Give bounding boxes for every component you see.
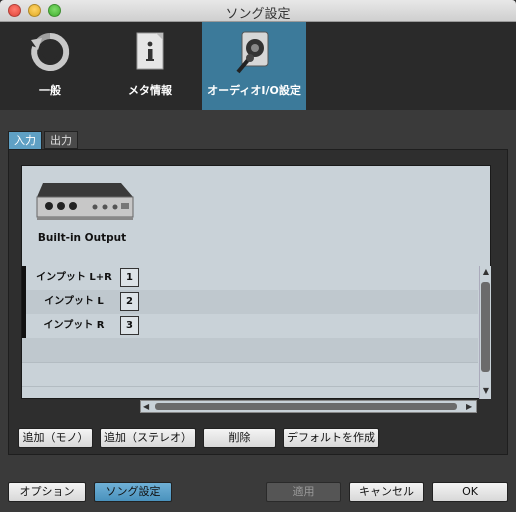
channel-row[interactable]: インプット R 3 <box>22 314 478 338</box>
device-name: Built-in Output <box>37 232 127 244</box>
channel-list: Built-in Output インプット L+R 1 インプット L 2 イン… <box>21 165 491 399</box>
scroll-right-icon[interactable]: ▶ <box>466 401 472 412</box>
make-default-button[interactable]: デフォルトを作成 <box>283 428 379 448</box>
tab-general[interactable]: 一般 <box>0 22 100 110</box>
tab-meta-info-label: メタ情報 <box>128 84 172 97</box>
delete-button[interactable]: 削除 <box>203 428 276 448</box>
add-stereo-button[interactable]: 追加（ステレオ） <box>100 428 196 448</box>
channel-number[interactable]: 3 <box>120 316 139 335</box>
tab-output[interactable]: 出力 <box>44 131 78 149</box>
speaker-mic-icon <box>236 31 269 74</box>
cancel-button[interactable]: キャンセル <box>349 482 424 502</box>
title-bar: ソング設定 <box>0 0 516 22</box>
channel-indicator <box>22 314 26 338</box>
scroll-down-icon[interactable]: ▼ <box>481 386 491 395</box>
tab-audio-io-label: オーディオI/O設定 <box>207 84 301 97</box>
horizontal-scroll-thumb[interactable] <box>155 403 457 410</box>
settings-toolbar: 一般 メタ情報 オーディオI/O設定 <box>0 22 516 110</box>
options-button[interactable]: オプション <box>8 482 86 502</box>
channel-number[interactable]: 1 <box>120 268 139 287</box>
scroll-left-icon[interactable]: ◀ <box>143 401 149 412</box>
refresh-icon <box>31 32 70 71</box>
channel-row[interactable]: インプット L 2 <box>22 290 478 314</box>
vertical-scrollbar[interactable]: ▲ ▼ <box>479 266 491 399</box>
audio-interface-icon <box>36 183 134 220</box>
channel-label: インプット L+R <box>36 272 112 283</box>
channel-label: インプット L <box>44 296 104 307</box>
add-mono-button[interactable]: 追加（モノ） <box>18 428 93 448</box>
tab-audio-io[interactable]: オーディオI/O設定 <box>202 22 306 110</box>
tab-general-label: 一般 <box>39 84 61 97</box>
tab-meta-info[interactable]: メタ情報 <box>100 22 200 110</box>
tab-input[interactable]: 入力 <box>8 131 42 149</box>
horizontal-scrollbar[interactable]: ◀ ▶ <box>140 400 477 413</box>
ok-button[interactable]: OK <box>432 482 508 502</box>
vertical-scroll-thumb[interactable] <box>481 282 490 372</box>
channel-number[interactable]: 2 <box>120 292 139 311</box>
channel-row[interactable]: インプット L+R 1 <box>22 266 478 290</box>
channel-indicator <box>22 266 26 290</box>
apply-button[interactable]: 適用 <box>266 482 341 502</box>
empty-row <box>22 338 478 362</box>
scroll-up-icon[interactable]: ▲ <box>481 267 491 276</box>
row-divider <box>22 386 478 387</box>
song-settings-button[interactable]: ソング設定 <box>94 482 172 502</box>
song-settings-window: ソング設定 一般 メタ情報 オーディオI/O設定 入力 出力 Built-in … <box>0 0 516 512</box>
info-document-icon <box>136 32 164 70</box>
channel-label: インプット R <box>43 320 105 331</box>
row-divider <box>22 362 478 363</box>
channel-indicator <box>22 290 26 314</box>
window-title: ソング設定 <box>225 7 291 22</box>
